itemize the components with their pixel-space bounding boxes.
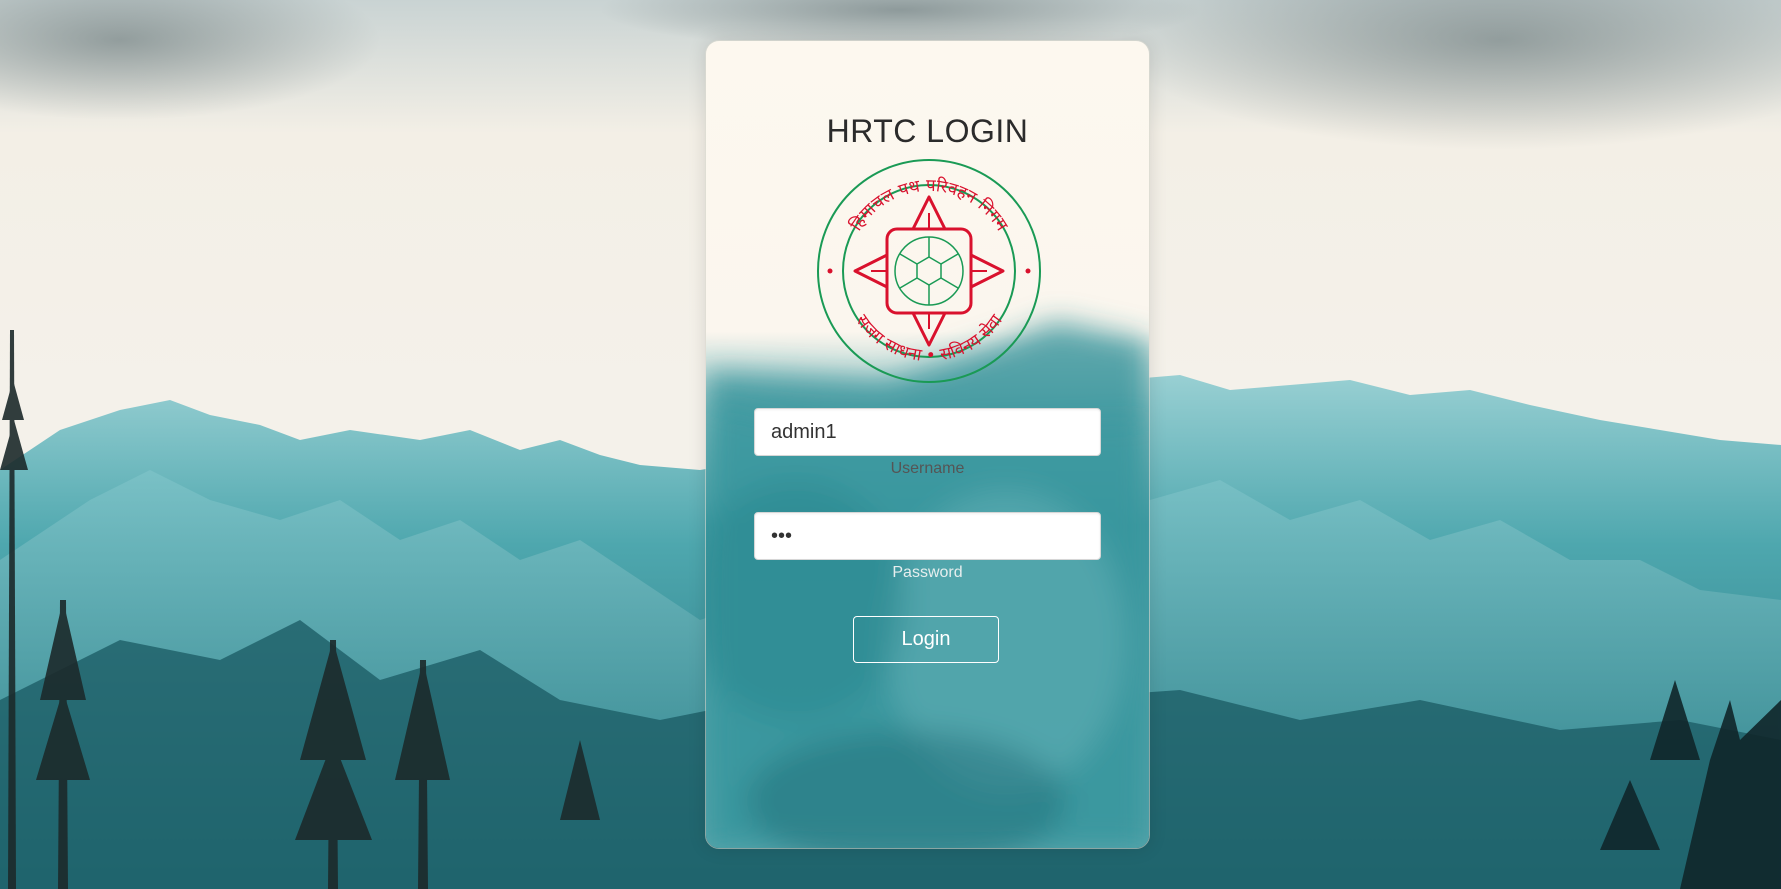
password-input[interactable] [754,512,1101,560]
username-input[interactable] [754,408,1101,456]
page-title: HRTC LOGIN [826,113,1029,149]
password-label: Password [892,564,963,581]
username-group: Username [754,408,1101,478]
login-button[interactable]: Login [853,616,999,663]
hrtc-logo: हिमाचल पथ परिवहन निगम सजग साधना • सविनय … [817,159,1041,383]
login-form: HRTC LOGIN हिमाचल पथ परिवहन निगम सजग साध… [706,41,1149,848]
password-group: Password [754,512,1101,582]
login-card: HRTC LOGIN हिमाचल पथ परिवहन निगम सजग साध… [705,40,1150,849]
login-page: HRTC LOGIN हिमाचल पथ परिवहन निगम सजग साध… [0,0,1781,889]
username-label: Username [890,460,965,477]
